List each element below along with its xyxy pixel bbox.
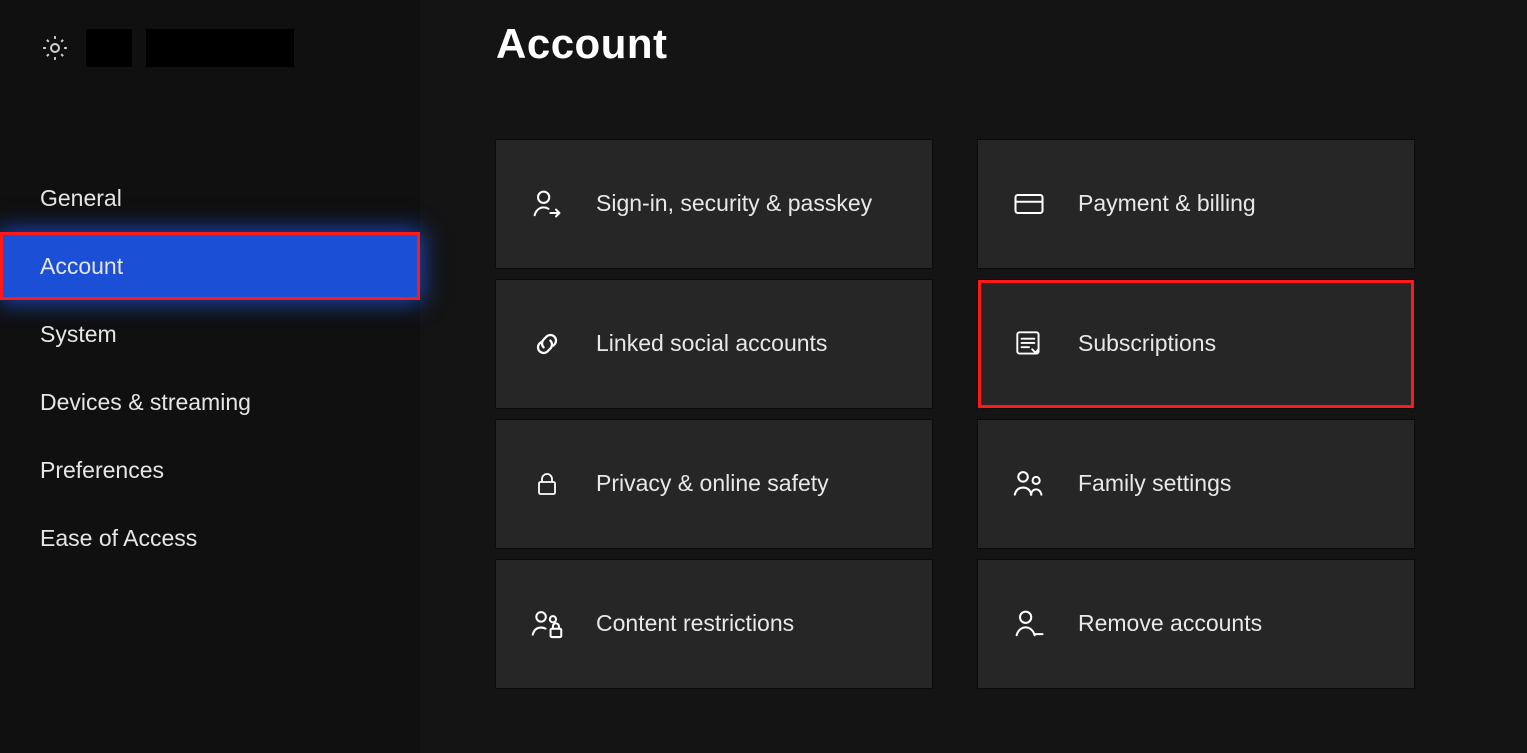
sidebar-item-account[interactable]: Account [0,232,420,300]
tile-label: Subscriptions [1078,328,1216,359]
tile-label: Content restrictions [596,608,794,639]
sidebar-header [0,18,420,78]
main-content: Account Sign-in, security & passkey P [420,0,1527,753]
tile-label: Family settings [1078,468,1231,499]
sidebar-item-label: Preferences [40,457,164,484]
tile-privacy-safety[interactable]: Privacy & online safety [496,420,932,548]
person-lock-icon [524,601,570,647]
tile-label: Linked social accounts [596,328,827,359]
tile-remove-accounts[interactable]: Remove accounts [978,560,1414,688]
sidebar-item-label: Account [40,253,123,280]
person-arrow-icon [524,181,570,227]
sidebar-nav: General Account System Devices & streami… [0,164,420,572]
settings-sidebar: General Account System Devices & streami… [0,0,420,753]
tile-label: Privacy & online safety [596,468,829,499]
tile-family-settings[interactable]: Family settings [978,420,1414,548]
lock-icon [524,461,570,507]
link-icon [524,321,570,367]
sidebar-item-label: General [40,185,122,212]
sidebar-item-label: System [40,321,117,348]
subscription-icon [1006,321,1052,367]
sidebar-item-ease-of-access[interactable]: Ease of Access [0,504,420,572]
tile-label: Sign-in, security & passkey [596,188,872,219]
tile-subscriptions[interactable]: Subscriptions [978,280,1414,408]
tile-payment-billing[interactable]: Payment & billing [978,140,1414,268]
person-minus-icon [1006,601,1052,647]
tile-label: Payment & billing [1078,188,1256,219]
account-tile-grid: Sign-in, security & passkey Payment & bi… [496,140,1527,688]
sidebar-item-label: Ease of Access [40,525,197,552]
sidebar-item-system[interactable]: System [0,300,420,368]
tile-label: Remove accounts [1078,608,1262,639]
page-title: Account [496,20,1527,68]
redacted-block [86,29,132,67]
tile-signin-security[interactable]: Sign-in, security & passkey [496,140,932,268]
gear-icon [38,31,72,65]
sidebar-item-label: Devices & streaming [40,389,251,416]
tile-linked-social[interactable]: Linked social accounts [496,280,932,408]
sidebar-item-general[interactable]: General [0,164,420,232]
redacted-block [146,29,294,67]
family-icon [1006,461,1052,507]
card-icon [1006,181,1052,227]
sidebar-item-preferences[interactable]: Preferences [0,436,420,504]
sidebar-item-devices-streaming[interactable]: Devices & streaming [0,368,420,436]
tile-content-restrictions[interactable]: Content restrictions [496,560,932,688]
